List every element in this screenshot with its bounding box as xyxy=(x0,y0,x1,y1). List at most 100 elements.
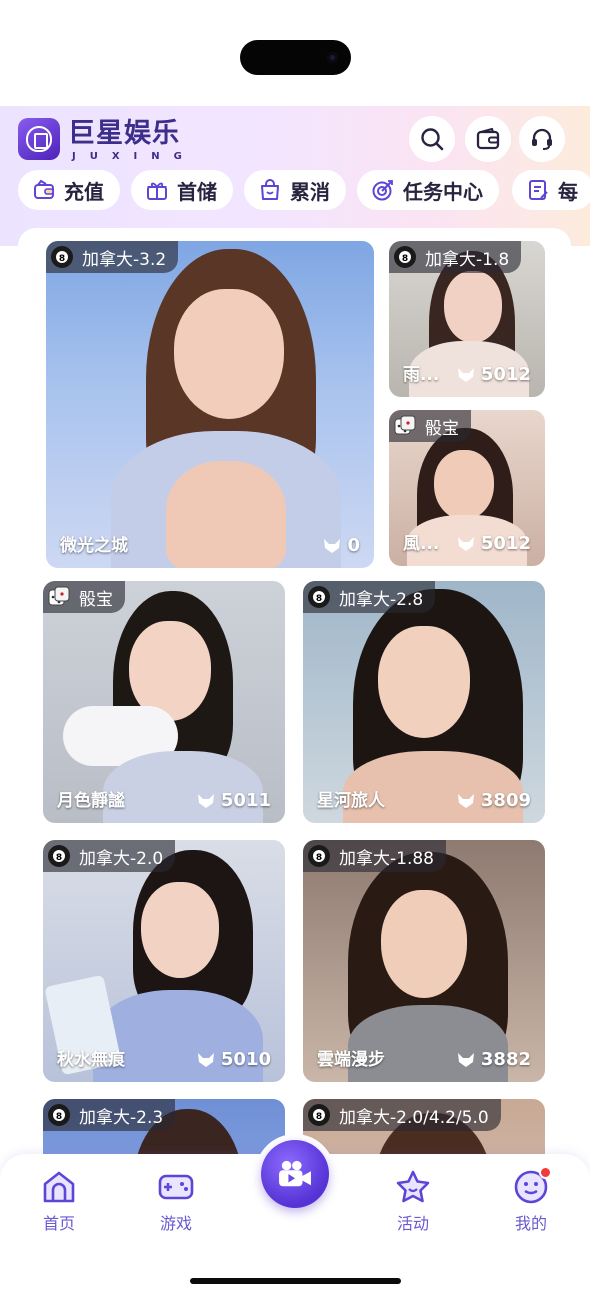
game-tag-label: 加拿大-3.2 xyxy=(82,249,167,270)
svg-text:8: 8 xyxy=(316,1112,322,1122)
chip-label: 每 xyxy=(558,179,578,204)
app-screen: 巨星娱乐 JUXING 充值 首储 累消 任务中心 每 8 加拿大-3.2 微光… xyxy=(0,0,590,1299)
svg-text:8: 8 xyxy=(316,853,322,863)
fox-icon xyxy=(197,793,214,808)
room-name: 雲端漫步 xyxy=(317,1050,385,1070)
chip-label: 首储 xyxy=(177,179,217,204)
billiard-8-ball-icon: 8 xyxy=(394,246,416,268)
tab-activities[interactable]: 活动 xyxy=(378,1168,448,1238)
viewer-count: 5012 xyxy=(457,533,531,554)
room-name: 雨... xyxy=(403,365,440,385)
game-tag: 骰宝 xyxy=(389,410,471,442)
viewer-count: 5011 xyxy=(197,790,271,811)
tab-label: 游戏 xyxy=(159,1214,192,1233)
home-icon xyxy=(43,1171,75,1203)
svg-text:8: 8 xyxy=(56,1112,62,1122)
room-card[interactable]: 8 加拿大-2.8 星河旅人 3809 xyxy=(303,581,545,823)
game-tag: 8 加拿大-2.0/4.2/5.0 xyxy=(303,1099,501,1131)
game-tag-label: 加拿大-1.8 xyxy=(425,249,510,270)
viewer-count-value: 3809 xyxy=(480,790,531,811)
tab-home[interactable]: 首页 xyxy=(24,1168,94,1238)
fox-icon xyxy=(457,367,474,382)
billiard-8-ball-icon: 8 xyxy=(48,845,70,867)
front-camera xyxy=(327,52,338,63)
game-tag: 8 加拿大-1.8 xyxy=(389,241,522,273)
room-name: 星河旅人 xyxy=(317,791,385,811)
viewer-count: 3809 xyxy=(457,790,531,811)
viewer-count: 3882 xyxy=(457,1049,531,1070)
game-tag: 8 加拿大-3.2 xyxy=(46,241,179,273)
tab-profile[interactable]: 我的 xyxy=(496,1166,566,1238)
notification-dot xyxy=(539,1166,552,1179)
brand-logo[interactable]: 巨星娱乐 JUXING xyxy=(18,118,198,168)
billiard-8-ball-icon: 8 xyxy=(48,1104,70,1126)
star-icon xyxy=(396,1170,430,1203)
room-card[interactable]: 8 加拿大-2.0 秋水無痕 5010 xyxy=(43,840,285,1082)
game-tag: 骰宝 xyxy=(43,581,125,613)
dynamic-island xyxy=(240,40,351,75)
search-button[interactable] xyxy=(409,116,455,162)
room-card[interactable]: 骰宝 月色靜謐 5011 xyxy=(43,581,285,823)
tab-games[interactable]: 游戏 xyxy=(141,1168,211,1238)
viewer-count: 5010 xyxy=(197,1049,271,1070)
tab-label: 首页 xyxy=(42,1214,75,1233)
customer-service-button[interactable] xyxy=(519,116,565,162)
tab-label: 我的 xyxy=(514,1214,547,1233)
viewer-count: 0 xyxy=(323,535,360,556)
fox-icon xyxy=(457,1052,474,1067)
game-tag-label: 加拿大-2.0/4.2/5.0 xyxy=(339,1107,489,1128)
viewer-count-value: 3882 xyxy=(480,1049,531,1070)
svg-text:8: 8 xyxy=(56,853,62,863)
crest-icon xyxy=(18,118,60,160)
chip-label: 任务中心 xyxy=(403,179,483,204)
game-tag: 8 加拿大-2.0 xyxy=(43,840,176,872)
svg-text:8: 8 xyxy=(402,254,408,264)
billiard-8-ball-icon: 8 xyxy=(308,586,330,608)
home-indicator xyxy=(190,1278,401,1284)
game-tag-label: 加拿大-2.3 xyxy=(79,1107,164,1128)
quick-actions: 充值 首储 累消 任务中心 每 xyxy=(18,170,590,212)
viewer-count-value: 5010 xyxy=(220,1049,271,1070)
dice-icon xyxy=(394,415,416,435)
header: 巨星娱乐 JUXING 充值 首储 累消 任务中心 每 xyxy=(0,106,590,246)
fox-icon xyxy=(457,536,474,551)
game-tag-label: 加拿大-2.8 xyxy=(339,589,424,610)
chip-label: 充值 xyxy=(64,179,104,204)
video-camera-icon xyxy=(279,1160,311,1187)
wallet-button[interactable] xyxy=(465,116,511,162)
brand-subtitle: JUXING xyxy=(72,151,196,162)
room-card[interactable]: 8 加拿大-1.88 雲端漫步 3882 xyxy=(303,840,545,1082)
game-tag-label: 骰宝 xyxy=(425,418,459,439)
room-photo xyxy=(46,241,374,568)
chip-recharge[interactable]: 充值 xyxy=(18,170,120,210)
viewer-count-value: 5011 xyxy=(220,790,271,811)
viewer-count-value: 5012 xyxy=(480,533,531,554)
billiard-8-ball-icon: 8 xyxy=(308,845,330,867)
gamepad-icon xyxy=(158,1174,194,1200)
chip-task-center[interactable]: 任务中心 xyxy=(357,170,499,210)
wallet-icon xyxy=(476,127,500,150)
game-tag-label: 骰宝 xyxy=(79,589,113,610)
room-name: 風... xyxy=(403,534,440,554)
chip-cumulative-spend[interactable]: 累消 xyxy=(244,170,346,210)
room-name: 秋水無痕 xyxy=(57,1050,125,1070)
room-card[interactable]: 骰宝 風... 5012 xyxy=(389,410,545,566)
viewer-count: 5012 xyxy=(457,364,531,385)
game-tag-label: 加拿大-2.0 xyxy=(79,848,164,869)
viewer-count-value: 5012 xyxy=(480,364,531,385)
game-tag: 8 加拿大-1.88 xyxy=(303,840,446,872)
live-stream-button[interactable] xyxy=(255,1134,335,1214)
chip-first-deposit[interactable]: 首储 xyxy=(131,170,233,210)
room-name: 月色靜謐 xyxy=(57,791,125,811)
room-card[interactable]: 8 加拿大-3.2 微光之城 0 xyxy=(46,241,374,568)
chip-daily[interactable]: 每 xyxy=(512,170,590,210)
fox-icon xyxy=(457,793,474,808)
svg-text:8: 8 xyxy=(316,594,322,604)
fox-icon xyxy=(197,1052,214,1067)
billiard-8-ball-icon: 8 xyxy=(308,1104,330,1126)
brand-title: 巨星娱乐 xyxy=(68,118,180,149)
gift-icon xyxy=(147,182,167,200)
game-tag: 8 加拿大-2.3 xyxy=(43,1099,176,1131)
room-card[interactable]: 8 加拿大-1.8 雨... 5012 xyxy=(389,241,545,397)
headset-icon xyxy=(532,128,552,150)
